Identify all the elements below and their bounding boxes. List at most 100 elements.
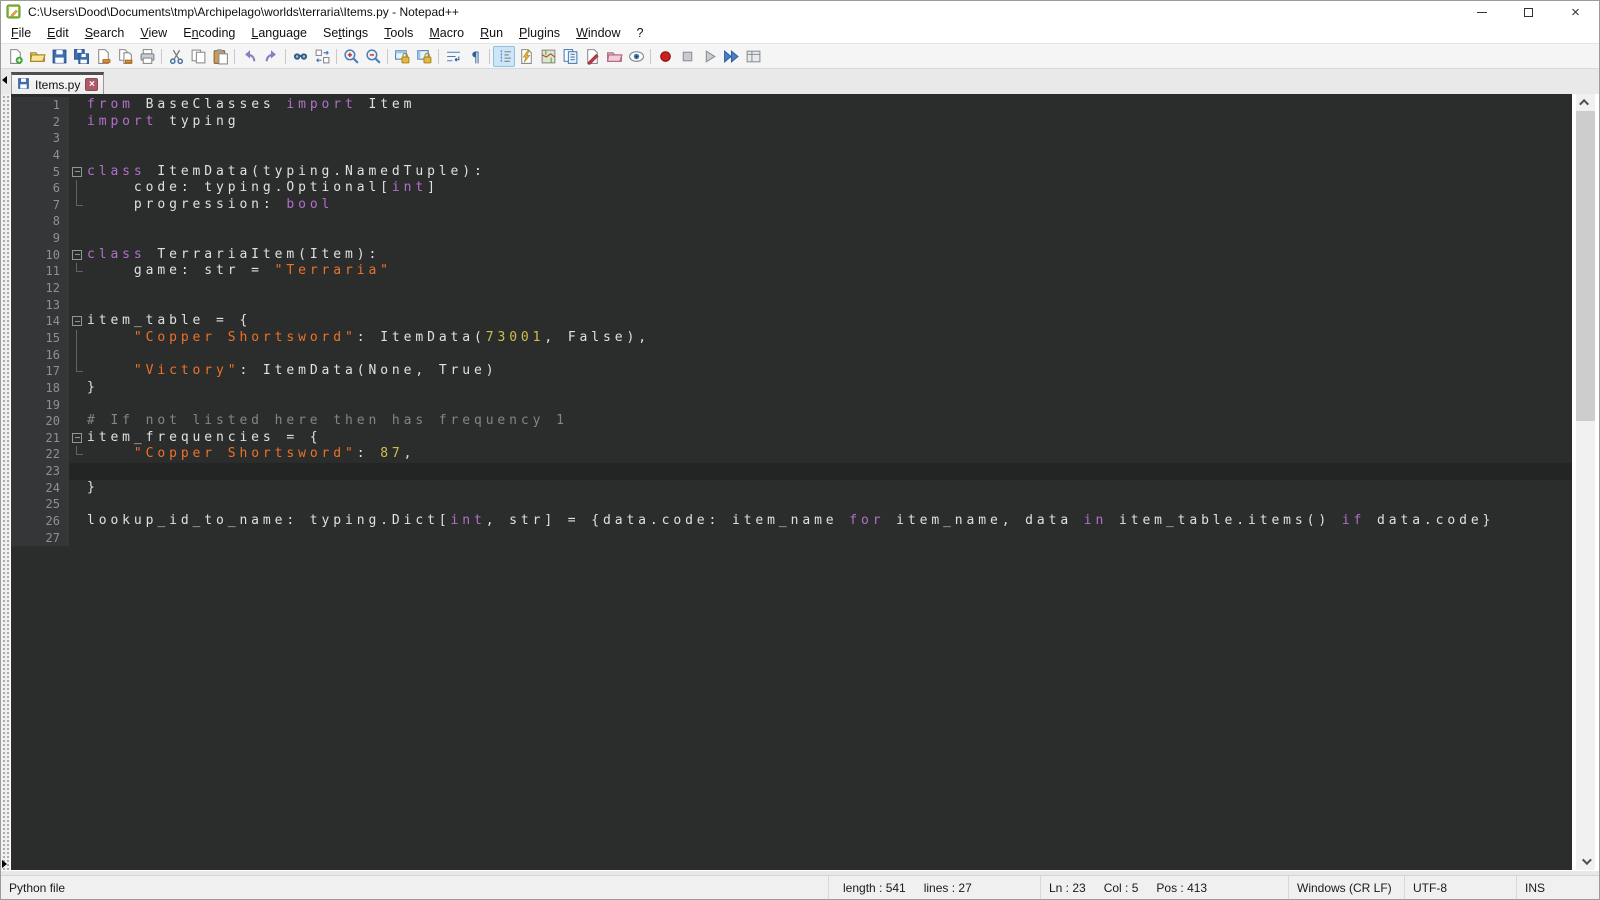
macro-stop-button[interactable] xyxy=(676,46,698,67)
fold-collapse-icon[interactable] xyxy=(72,167,82,177)
code-line[interactable]: 17 "Victory": ItemData(None, True) xyxy=(11,363,1572,380)
code-line[interactable]: 11 game: str = "Terraria" xyxy=(11,263,1572,280)
code-token: : ItemData( xyxy=(357,330,486,345)
print-button[interactable] xyxy=(136,46,158,67)
code-line[interactable]: 23 xyxy=(11,463,1572,480)
menu-run[interactable]: Run xyxy=(472,24,511,42)
code-line[interactable]: 3 xyxy=(11,130,1572,147)
code-line[interactable]: 14item_table = { xyxy=(11,313,1572,330)
paste-button[interactable] xyxy=(209,46,231,67)
save-all-icon xyxy=(73,48,90,65)
close-button[interactable]: × xyxy=(1552,1,1599,23)
maximize-button[interactable] xyxy=(1505,1,1552,23)
scrollbar-thumb[interactable] xyxy=(1576,111,1595,421)
macro-play-button[interactable] xyxy=(698,46,720,67)
code-line[interactable]: 16 xyxy=(11,347,1572,364)
dock-expand-icon[interactable] xyxy=(2,860,7,868)
tab-scroll-left-icon[interactable] xyxy=(2,76,7,84)
zoom-out-button[interactable] xyxy=(362,46,384,67)
redo-button[interactable] xyxy=(260,46,282,67)
minimize-button[interactable] xyxy=(1458,1,1505,23)
chevron-down-icon xyxy=(1582,855,1592,865)
find-button[interactable] xyxy=(289,46,311,67)
menu-encoding[interactable]: Encoding xyxy=(175,24,243,42)
code-editor[interactable]: 1from BaseClasses import Item2import typ… xyxy=(11,94,1572,870)
replace-button[interactable] xyxy=(311,46,333,67)
close-all-button[interactable] xyxy=(114,46,136,67)
menu-file[interactable]: File xyxy=(3,24,39,42)
code-line[interactable]: 15 "Copper Shortsword": ItemData(73001, … xyxy=(11,330,1572,347)
fold-collapse-icon[interactable] xyxy=(72,433,82,443)
code-line[interactable]: 20# If not listed here then has frequenc… xyxy=(11,413,1572,430)
code-line[interactable]: 25 xyxy=(11,496,1572,513)
scroll-up-button[interactable] xyxy=(1576,94,1595,111)
code-line[interactable]: 1from BaseClasses import Item xyxy=(11,97,1572,114)
code-line[interactable]: 6 code: typing.Optional[int] xyxy=(11,180,1572,197)
scroll-down-button[interactable] xyxy=(1576,853,1595,870)
code-line[interactable]: 8 xyxy=(11,213,1572,230)
sync-scroll-h-button[interactable] xyxy=(413,46,435,67)
code-line[interactable]: 27 xyxy=(11,530,1572,547)
status-caret-position: Ln : 23 Col : 5 Pos : 413 xyxy=(1041,876,1289,899)
code-line[interactable]: 18} xyxy=(11,380,1572,397)
status-ln: Ln : 23 xyxy=(1049,881,1086,895)
menu-search[interactable]: Search xyxy=(77,24,133,42)
code-line[interactable]: 4 xyxy=(11,147,1572,164)
menu-settings[interactable]: Settings xyxy=(315,24,376,42)
macro-run-multiple-button[interactable] xyxy=(720,46,742,67)
menu-help[interactable]: ? xyxy=(629,24,652,42)
document-list-button[interactable] xyxy=(559,46,581,67)
code-line[interactable]: 9 xyxy=(11,230,1572,247)
toolbar: ¶ xyxy=(1,43,1599,69)
fold-margin xyxy=(69,330,87,347)
save-icon xyxy=(51,48,68,65)
menu-window[interactable]: Window xyxy=(568,24,628,42)
status-pos: Pos : 413 xyxy=(1156,881,1207,895)
monitoring-button[interactable] xyxy=(625,46,647,67)
code-line[interactable]: 10class TerrariaItem(Item): xyxy=(11,247,1572,264)
fold-collapse-icon[interactable] xyxy=(72,250,82,260)
menu-language[interactable]: Language xyxy=(243,24,315,42)
folder-as-workspace-button[interactable] xyxy=(581,46,603,67)
indent-guide-button[interactable] xyxy=(493,46,515,67)
open-button[interactable] xyxy=(26,46,48,67)
code-line[interactable]: 19 xyxy=(11,397,1572,414)
menu-macro[interactable]: Macro xyxy=(421,24,472,42)
scrollbar-track[interactable] xyxy=(1576,111,1595,853)
cut-button[interactable] xyxy=(165,46,187,67)
sync-scroll-v-button[interactable] xyxy=(391,46,413,67)
close-button[interactable] xyxy=(92,46,114,67)
code-line[interactable]: 12 xyxy=(11,280,1572,297)
undo-button[interactable] xyxy=(238,46,260,67)
code-line[interactable]: 22 "Copper Shortsword": 87, xyxy=(11,446,1572,463)
open-folder-pink-button[interactable] xyxy=(603,46,625,67)
new-file-button[interactable] xyxy=(4,46,26,67)
menu-bar: FileEditSearchViewEncodingLanguageSettin… xyxy=(1,23,1599,43)
show-all-chars-button[interactable]: ¶ xyxy=(464,46,486,67)
document-map-button[interactable] xyxy=(537,46,559,67)
menu-plugins[interactable]: Plugins xyxy=(511,24,568,42)
function-list-button[interactable] xyxy=(515,46,537,67)
copy-button[interactable] xyxy=(187,46,209,67)
code-line[interactable]: 26lookup_id_to_name: typing.Dict[int, st… xyxy=(11,513,1572,530)
code-line[interactable]: 5class ItemData(typing.NamedTuple): xyxy=(11,164,1572,181)
menu-view[interactable]: View xyxy=(132,24,175,42)
zoom-in-button[interactable] xyxy=(340,46,362,67)
code-line[interactable]: 2import typing xyxy=(11,114,1572,131)
code-line[interactable]: 7 progression: bool xyxy=(11,197,1572,214)
save-all-button[interactable] xyxy=(70,46,92,67)
save-button[interactable] xyxy=(48,46,70,67)
vertical-scrollbar[interactable] xyxy=(1576,94,1595,870)
menu-edit[interactable]: Edit xyxy=(39,24,77,42)
code-line[interactable]: 13 xyxy=(11,297,1572,314)
macro-save-button[interactable] xyxy=(742,46,764,67)
menu-tools[interactable]: Tools xyxy=(376,24,421,42)
tab-close-icon[interactable]: × xyxy=(85,78,98,91)
macro-record-button[interactable] xyxy=(654,46,676,67)
code-line[interactable]: 24} xyxy=(11,480,1572,497)
word-wrap-button[interactable] xyxy=(442,46,464,67)
dock-grip[interactable] xyxy=(1,94,10,870)
tab-items-py[interactable]: Items.py × xyxy=(11,72,104,94)
code-line[interactable]: 21item_frequencies = { xyxy=(11,430,1572,447)
fold-collapse-icon[interactable] xyxy=(72,316,82,326)
